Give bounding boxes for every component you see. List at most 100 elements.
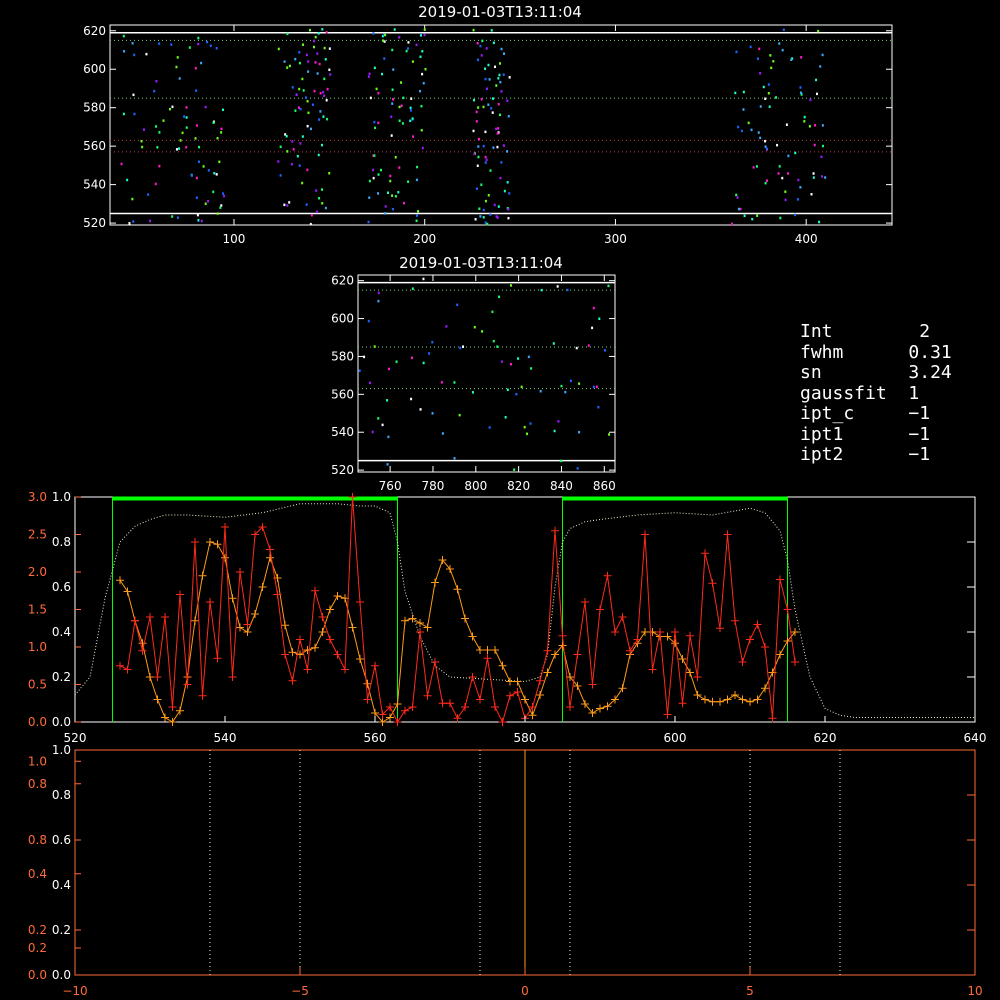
data-point (770, 66, 773, 70)
info-value: −1 (908, 403, 931, 424)
data-point (821, 124, 824, 127)
orange-point (401, 616, 409, 625)
data-point (422, 361, 425, 365)
data-point (301, 77, 304, 81)
data-point (473, 98, 476, 102)
orange-point (206, 538, 214, 546)
data-point (488, 426, 491, 429)
data-point (480, 97, 483, 101)
red-point (363, 695, 372, 704)
data-point (286, 204, 289, 207)
data-point (490, 29, 493, 32)
data-point (328, 47, 331, 50)
x-tick-label: 560 (364, 731, 387, 745)
data-point (453, 381, 456, 384)
data-point (503, 52, 506, 55)
data-point (415, 219, 418, 223)
data-point (530, 367, 533, 370)
orange-point (213, 540, 222, 549)
red-point (213, 654, 222, 663)
data-point (373, 345, 376, 348)
data-point (506, 150, 509, 153)
data-point (412, 135, 415, 138)
y-tick-label-white: 1.0 (52, 490, 71, 504)
orange-point (521, 695, 529, 704)
data-point (314, 61, 317, 64)
data-point (377, 173, 380, 176)
data-point (564, 390, 567, 394)
y-tick-label-white: 1.0 (52, 743, 71, 757)
data-point (419, 55, 422, 59)
data-point (279, 145, 282, 149)
data-point (445, 325, 448, 328)
data-point (591, 326, 594, 330)
data-point (776, 143, 779, 147)
red-point (596, 605, 604, 614)
red-point (333, 650, 342, 659)
data-point (799, 86, 802, 89)
data-point (417, 210, 420, 213)
data-point (323, 94, 326, 98)
data-point (320, 143, 323, 147)
data-point (158, 131, 161, 134)
data-point (475, 110, 478, 114)
y-tick-label-red: 0.5 (28, 678, 47, 692)
data-point (394, 155, 397, 159)
data-point (803, 120, 806, 123)
data-point (207, 169, 210, 172)
orange-point (146, 673, 154, 681)
data-point (431, 340, 434, 344)
data-point (497, 205, 500, 208)
red-point (221, 523, 229, 531)
data-point (411, 287, 414, 290)
info-value: 1 (908, 382, 920, 404)
data-point (423, 33, 426, 37)
red-point (356, 598, 364, 606)
data-point (318, 62, 321, 66)
data-point (306, 168, 309, 172)
data-point (181, 131, 184, 135)
data-point (496, 345, 499, 348)
red-point (153, 673, 162, 681)
data-point (603, 349, 606, 352)
y-tick-label-red: 0.4 (28, 867, 47, 881)
data-point (503, 189, 506, 193)
data-point (493, 203, 496, 207)
data-point (369, 96, 372, 100)
data-point (416, 165, 419, 169)
x-tick-label: 620 (814, 731, 837, 745)
data-point (197, 36, 200, 40)
y-tick-label-red: 0.8 (28, 833, 47, 847)
data-point (120, 162, 123, 166)
red-point (228, 673, 237, 681)
data-point (424, 67, 427, 71)
data-point (389, 174, 392, 178)
data-point (207, 199, 210, 203)
data-point (313, 45, 316, 49)
data-point (212, 121, 215, 124)
data-point (778, 165, 781, 168)
red-point (146, 613, 154, 621)
data-point (329, 73, 332, 76)
data-point (372, 32, 375, 35)
data-point (328, 171, 331, 175)
data-point (178, 77, 181, 80)
data-point (812, 172, 815, 175)
data-point (377, 417, 380, 420)
data-point (154, 182, 157, 186)
orange-point (243, 628, 252, 636)
data-point (321, 188, 324, 191)
data-point (407, 47, 410, 50)
red-point (588, 680, 597, 689)
data-point (318, 118, 321, 121)
data-point (391, 207, 394, 211)
data-point (291, 86, 294, 89)
data-point (147, 193, 150, 196)
data-point (485, 47, 488, 50)
data-point (740, 129, 743, 133)
data-point (307, 70, 310, 73)
orange-point (641, 628, 649, 636)
red-point (116, 661, 124, 670)
orange-point (701, 695, 709, 704)
data-point (375, 87, 378, 91)
